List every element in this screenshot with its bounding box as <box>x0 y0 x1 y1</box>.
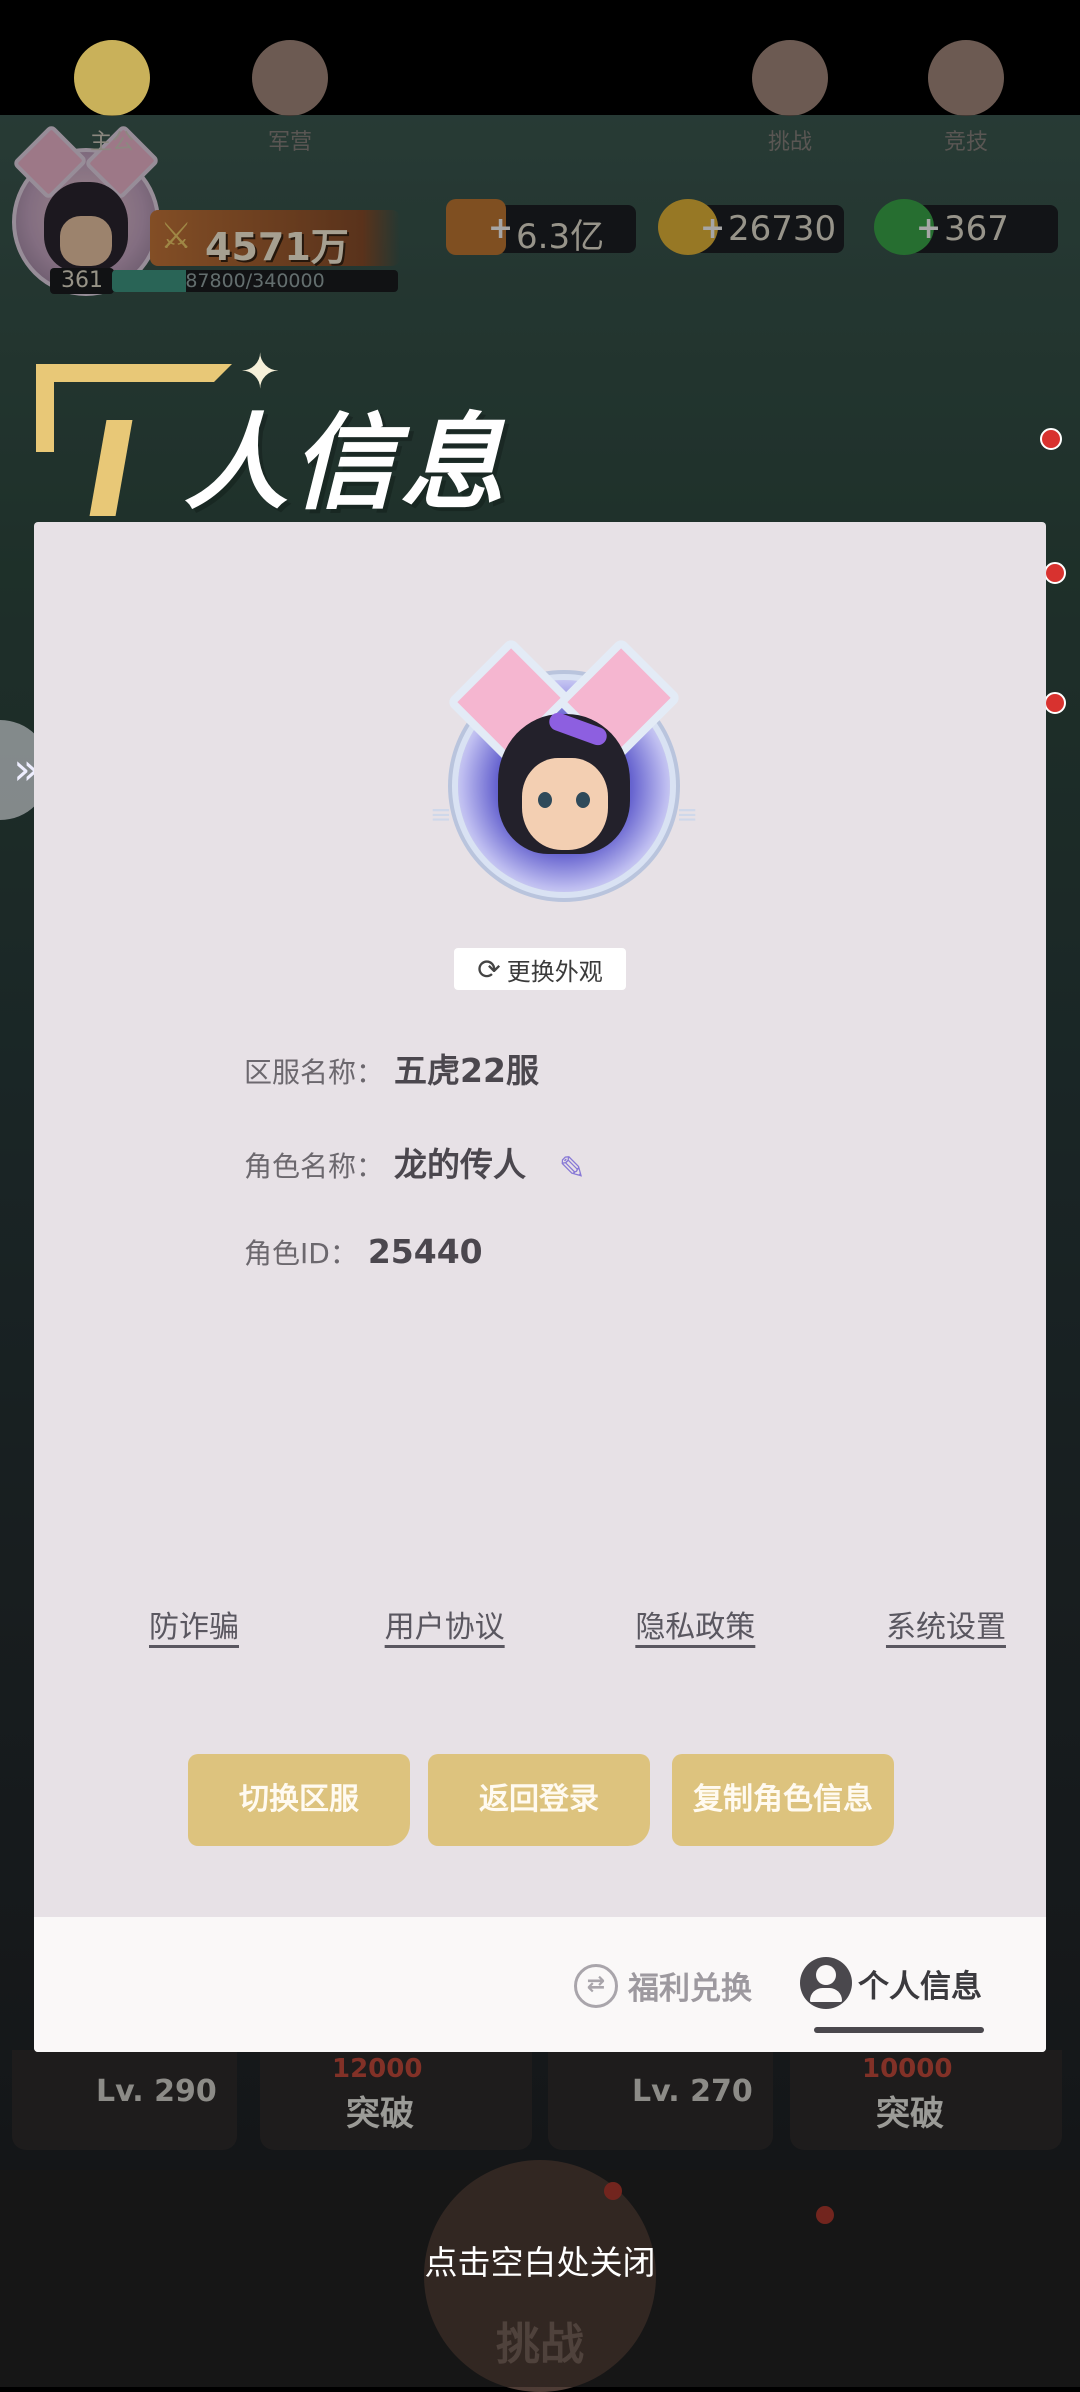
user-agreement-link[interactable]: 用户协议 <box>381 1602 509 1646</box>
tab-profile-label: 个人信息 <box>858 1968 982 2005</box>
camp-icon <box>252 40 328 116</box>
profile-avatar: ≡ ≡ <box>430 637 698 892</box>
role-id-value: 25440 <box>367 1232 483 1271</box>
switch-server-button[interactable]: 切换区服 <box>188 1754 410 1846</box>
anti-fraud-link[interactable]: 防诈骗 <box>130 1602 258 1646</box>
arena-icon <box>928 40 1004 116</box>
role-id-row: 角色ID： 25440 <box>244 1232 483 1272</box>
copy-role-info-button[interactable]: 复制角色信息 <box>672 1754 894 1846</box>
tab-welfare-exchange[interactable]: ⇄ 福利兑换 <box>574 1963 752 2008</box>
system-settings-link[interactable]: 系统设置 <box>882 1602 1010 1646</box>
role-row: 角色名称： 龙的传人 ✎ <box>244 1138 586 1187</box>
refresh-icon: ⟳ <box>477 952 501 986</box>
avatar-eye <box>576 792 590 808</box>
close-hint: 点击空白处关闭 <box>424 2243 656 2282</box>
profile-panel: ≡ ≡ ⟳ 更换外观 区服名称： 五虎22服 角色名称： 龙的传人 ✎ 角色ID： 2… <box>34 522 1046 2052</box>
change-skin-label: 更换外观 <box>506 957 603 986</box>
exchange-icon: ⇄ <box>574 1963 618 2008</box>
crossed-swords-icon <box>752 40 828 116</box>
page-title-text: 人信息 <box>184 402 509 524</box>
whisker-right: ≡ <box>676 800 698 830</box>
edit-icon[interactable]: ✎ <box>559 1149 586 1187</box>
server-row: 区服名称： 五虎22服 <box>244 1044 539 1092</box>
notification-dot <box>1044 562 1066 584</box>
change-skin-button[interactable]: ⟳ 更换外观 <box>454 948 626 990</box>
active-tab-indicator <box>814 2027 984 2033</box>
panel-tab-bar: ⇄ 福利兑换 个人信息 <box>34 1917 1046 2052</box>
privacy-policy-link[interactable]: 隐私政策 <box>631 1602 759 1646</box>
notification-dot <box>1044 692 1066 714</box>
tab-profile[interactable]: 个人信息 <box>800 1957 982 2009</box>
whisker-left: ≡ <box>430 800 452 830</box>
user-icon <box>800 1957 852 2009</box>
role-value: 龙的传人 <box>394 1145 527 1184</box>
role-id-label: 角色ID： <box>244 1237 358 1270</box>
role-label: 角色名称： <box>244 1150 385 1183</box>
avatar-face <box>522 758 608 850</box>
back-to-login-button[interactable]: 返回登录 <box>428 1754 650 1846</box>
avatar-eye <box>538 792 552 808</box>
server-value: 五虎22服 <box>394 1051 539 1090</box>
tab-welfare-label: 福利兑换 <box>628 1971 752 2007</box>
notification-dot <box>1040 428 1062 450</box>
footer-links: 防诈骗 用户协议 隐私政策 系统设置 <box>130 1602 1010 1646</box>
server-label: 区服名称： <box>244 1056 385 1089</box>
helmet-icon <box>74 40 150 116</box>
